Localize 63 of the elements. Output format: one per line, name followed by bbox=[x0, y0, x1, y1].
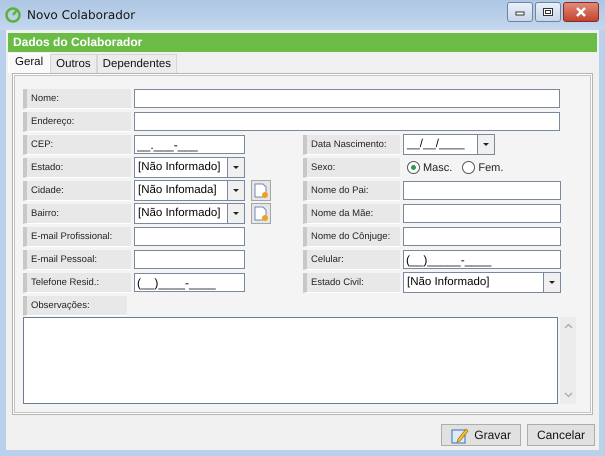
dropdown-field[interactable]: [Não Informado] bbox=[134, 157, 245, 178]
field-label: Sexo: bbox=[303, 158, 400, 178]
tab[interactable]: Geral bbox=[8, 53, 50, 73]
radio-icon[interactable] bbox=[407, 161, 420, 174]
window-title: Novo Colaborador bbox=[27, 8, 136, 22]
save-button[interactable]: Gravar bbox=[441, 424, 521, 446]
caret-icon bbox=[233, 189, 239, 192]
document-icon bbox=[253, 206, 269, 222]
scrollbar[interactable] bbox=[560, 317, 576, 404]
section-header: Dados do Colaborador bbox=[8, 33, 597, 52]
cancel-button[interactable]: Cancelar bbox=[526, 424, 595, 446]
radio-button[interactable]: Masc. bbox=[407, 161, 452, 174]
close-icon bbox=[574, 7, 588, 17]
field-label: Celular: bbox=[303, 250, 400, 270]
app-icon bbox=[5, 7, 21, 23]
field-label: E-mail Pessoal: bbox=[23, 250, 131, 270]
field-label: E-mail Profissional: bbox=[23, 226, 131, 246]
field-label: Nome: bbox=[23, 88, 131, 108]
field-label: Telefone Resid.: bbox=[23, 272, 131, 292]
tab[interactable]: Dependentes bbox=[96, 54, 178, 73]
dropdown-field[interactable]: [Não Infomada] bbox=[134, 180, 245, 201]
text-field[interactable] bbox=[134, 112, 560, 131]
field-label: Nome do Pai: bbox=[303, 180, 400, 200]
minimize-button[interactable] bbox=[507, 2, 533, 22]
document-icon bbox=[253, 182, 269, 198]
add-button[interactable] bbox=[251, 180, 271, 201]
tab[interactable]: Outros bbox=[50, 54, 97, 73]
dropdown-field[interactable]: [Não Informado] bbox=[403, 272, 561, 293]
field-label: Nome do Cônjuge: bbox=[303, 226, 400, 246]
date-field[interactable]: __/__/____ bbox=[403, 134, 495, 155]
field-label: CEP: bbox=[23, 134, 131, 154]
dropdown-field[interactable]: [Não Informado] bbox=[134, 203, 245, 224]
scroll-down-icon[interactable] bbox=[564, 392, 572, 398]
caret-icon bbox=[233, 166, 239, 169]
text-field[interactable]: __.___-___ bbox=[134, 135, 245, 154]
add-button[interactable] bbox=[251, 203, 271, 224]
text-field[interactable] bbox=[403, 227, 561, 246]
field-label: Data Nascimento: bbox=[303, 134, 400, 154]
caret-icon bbox=[233, 212, 239, 215]
text-field[interactable] bbox=[134, 227, 245, 246]
field-label: Bairro: bbox=[23, 204, 131, 224]
text-field[interactable] bbox=[134, 250, 245, 269]
pencil-icon bbox=[451, 426, 470, 444]
text-field[interactable] bbox=[134, 89, 560, 108]
field-label: Cidade: bbox=[23, 180, 131, 200]
field-label: Endereço: bbox=[23, 112, 131, 132]
caret-icon bbox=[549, 281, 555, 284]
field-label: Estado Civil: bbox=[303, 272, 400, 292]
text-field[interactable]: (__)_____-____ bbox=[403, 250, 561, 269]
field-label: Observações: bbox=[23, 296, 127, 316]
notes-field[interactable] bbox=[23, 317, 558, 404]
radio-icon[interactable] bbox=[462, 161, 476, 174]
maximize-button[interactable] bbox=[535, 2, 561, 22]
close-button[interactable] bbox=[563, 2, 599, 22]
field-label: Nome da Mãe: bbox=[303, 204, 400, 224]
radio-button[interactable]: Fem. bbox=[462, 161, 504, 174]
caret-icon bbox=[483, 143, 489, 146]
text-field[interactable] bbox=[403, 181, 561, 200]
scroll-up-icon[interactable] bbox=[564, 323, 572, 329]
maximize-icon bbox=[542, 7, 554, 17]
text-field[interactable]: (__)____-____ bbox=[134, 273, 245, 292]
text-field[interactable] bbox=[403, 204, 561, 223]
field-label: Estado: bbox=[23, 158, 131, 178]
